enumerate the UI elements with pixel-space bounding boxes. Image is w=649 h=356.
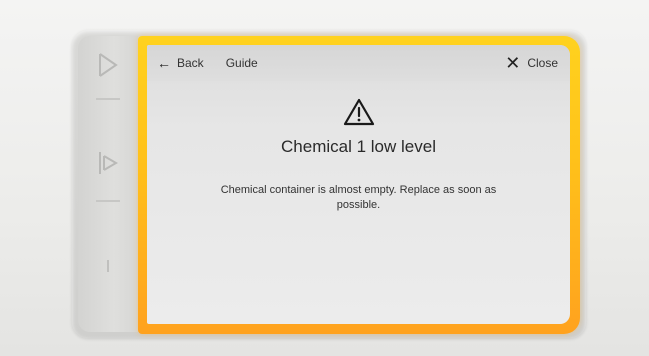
rail-button-3[interactable] (78, 258, 138, 278)
alert-content: Chemical 1 low level Chemical container … (147, 97, 570, 213)
rail-divider (96, 200, 120, 202)
back-label: Back (177, 56, 204, 70)
close-button[interactable]: ✕ Close (505, 54, 558, 72)
back-arrow-icon: ← (157, 55, 171, 71)
top-bar: ← Back Guide ✕ Close (147, 45, 570, 81)
side-rail (78, 36, 138, 332)
warning-triangle-icon (343, 98, 374, 126)
rail-button-1[interactable] (78, 50, 138, 84)
guide-title: Guide (225, 56, 258, 70)
rail-button-2[interactable] (78, 148, 138, 182)
rail-divider (96, 98, 120, 100)
close-label: Close (527, 56, 558, 70)
back-button[interactable]: ← Back (157, 55, 204, 71)
dispense-alt-icon (99, 152, 118, 174)
small-marker-icon (107, 260, 109, 272)
close-icon: ✕ (505, 53, 521, 73)
screen: ← Back Guide ✕ Close Chemical 1 low leve… (147, 45, 570, 324)
screen-frame: ← Back Guide ✕ Close Chemical 1 low leve… (138, 36, 580, 334)
alert-title: Chemical 1 low level (281, 137, 436, 156)
dispense-icon (99, 53, 118, 77)
alert-message: Chemical container is almost empty. Repl… (220, 184, 497, 211)
